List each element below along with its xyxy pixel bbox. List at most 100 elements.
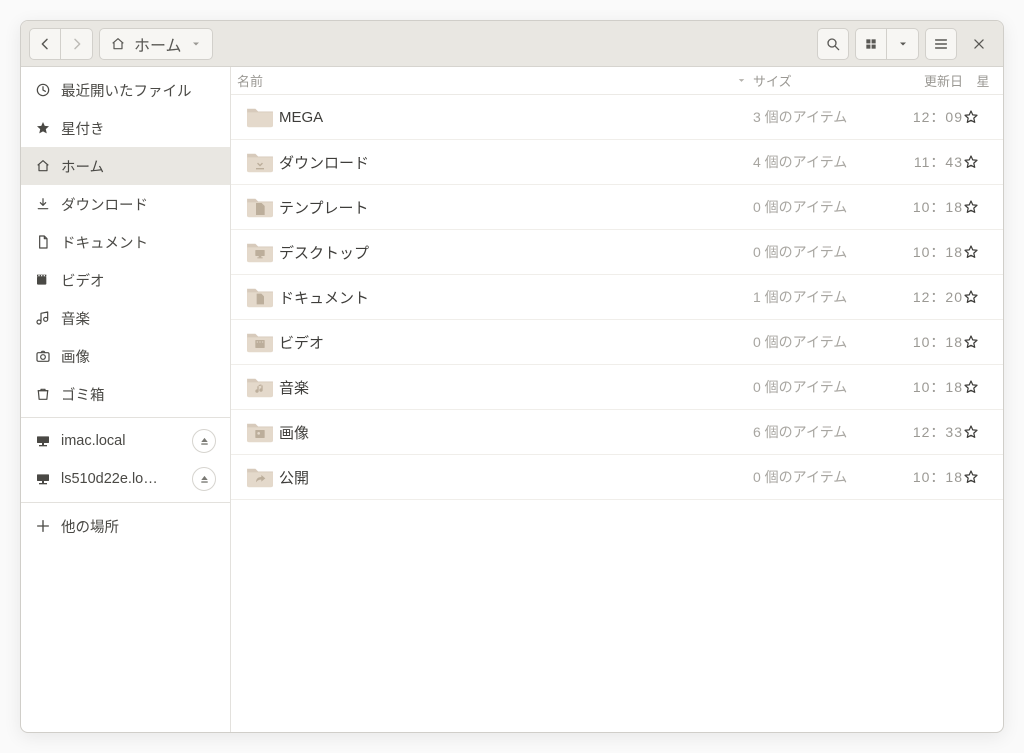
forward-button[interactable] bbox=[61, 28, 93, 60]
sort-indicator-icon bbox=[736, 75, 747, 86]
music-icon bbox=[35, 310, 51, 326]
star-toggle[interactable] bbox=[963, 424, 1003, 440]
sidebar-item-home[interactable]: ホーム bbox=[21, 147, 230, 185]
file-manager-window: ホーム 最近開いたファイル星付きホームダウンロードドキュメントビデオ音楽画像ゴミ… bbox=[20, 20, 1004, 733]
star-toggle[interactable] bbox=[963, 109, 1003, 125]
hamburger-menu-button[interactable] bbox=[925, 28, 957, 60]
file-row[interactable]: テンプレート0 個のアイテム10：18 bbox=[231, 185, 1003, 230]
folder-icon bbox=[241, 330, 279, 354]
sidebar-item-label: ゴミ箱 bbox=[61, 384, 216, 405]
file-name: ビデオ bbox=[279, 332, 753, 353]
column-header-label: 名前 bbox=[237, 71, 263, 90]
sidebar-item-document[interactable]: ドキュメント bbox=[21, 223, 230, 261]
star-toggle[interactable] bbox=[963, 199, 1003, 215]
sidebar-separator bbox=[21, 417, 230, 418]
video-icon bbox=[35, 272, 51, 288]
search-icon bbox=[825, 36, 841, 52]
column-header-label: サイズ bbox=[753, 74, 792, 89]
sidebar-item-other-locations[interactable]: 他の場所 bbox=[21, 507, 230, 545]
file-date: 10：18 bbox=[883, 467, 963, 487]
caret-down-icon bbox=[190, 38, 202, 50]
sidebar-item-download[interactable]: ダウンロード bbox=[21, 185, 230, 223]
file-size: 0 個のアイテム bbox=[753, 197, 883, 217]
star-toggle[interactable] bbox=[963, 244, 1003, 260]
sidebar-item-video[interactable]: ビデオ bbox=[21, 261, 230, 299]
star-toggle[interactable] bbox=[963, 289, 1003, 305]
caret-down-icon bbox=[897, 38, 909, 50]
file-size: 1 個のアイテム bbox=[753, 287, 883, 307]
file-size: 4 個のアイテム bbox=[753, 152, 883, 172]
folder-icon bbox=[241, 285, 279, 309]
sidebar-item-network[interactable]: imac.local bbox=[21, 422, 230, 460]
star-toggle[interactable] bbox=[963, 379, 1003, 395]
sidebar-item-clock[interactable]: 最近開いたファイル bbox=[21, 71, 230, 109]
file-size: 0 個のアイテム bbox=[753, 467, 883, 487]
file-row[interactable]: 画像6 個のアイテム12：33 bbox=[231, 410, 1003, 455]
file-name: 音楽 bbox=[279, 377, 753, 398]
view-mode-group bbox=[855, 28, 919, 60]
file-row[interactable]: MEGA3 個のアイテム12：09 bbox=[231, 95, 1003, 140]
sidebar-item-star[interactable]: 星付き bbox=[21, 109, 230, 147]
folder-icon bbox=[241, 150, 279, 174]
file-row[interactable]: デスクトップ0 個のアイテム10：18 bbox=[231, 230, 1003, 275]
sidebar-item-trash[interactable]: ゴミ箱 bbox=[21, 375, 230, 413]
star-toggle[interactable] bbox=[963, 469, 1003, 485]
home-icon bbox=[35, 158, 51, 174]
sidebar-item-label: ダウンロード bbox=[61, 194, 216, 215]
sidebar-item-label: 星付き bbox=[61, 118, 216, 139]
close-window-button[interactable] bbox=[963, 28, 995, 60]
view-grid-button[interactable] bbox=[855, 28, 887, 60]
download-icon bbox=[35, 196, 51, 212]
toolbar: ホーム bbox=[21, 21, 1003, 67]
column-header-date[interactable]: 更新日 bbox=[883, 71, 963, 90]
column-header-name[interactable]: 名前 bbox=[237, 71, 753, 90]
folder-icon bbox=[241, 465, 279, 489]
file-row[interactable]: ダウンロード4 個のアイテム11：43 bbox=[231, 140, 1003, 185]
chevron-right-icon bbox=[69, 36, 85, 52]
file-row[interactable]: ビデオ0 個のアイテム10：18 bbox=[231, 320, 1003, 365]
sidebar-item-network[interactable]: ls510d22e.lo… bbox=[21, 460, 230, 498]
file-row[interactable]: ドキュメント1 個のアイテム12：20 bbox=[231, 275, 1003, 320]
folder-icon bbox=[241, 195, 279, 219]
sidebar-item-label: ビデオ bbox=[61, 270, 216, 291]
sidebar-item-music[interactable]: 音楽 bbox=[21, 299, 230, 337]
eject-button[interactable] bbox=[192, 467, 216, 491]
file-date: 10：18 bbox=[883, 332, 963, 352]
picture-icon bbox=[35, 348, 51, 364]
trash-icon bbox=[35, 386, 51, 402]
document-icon bbox=[35, 234, 51, 250]
view-dropdown-button[interactable] bbox=[887, 28, 919, 60]
sidebar-item-label: ls510d22e.lo… bbox=[61, 471, 182, 487]
column-header-star[interactable]: 星 bbox=[963, 71, 1003, 90]
file-date: 10：18 bbox=[883, 197, 963, 217]
star-toggle[interactable] bbox=[963, 154, 1003, 170]
nav-buttons bbox=[29, 28, 93, 60]
file-date: 10：18 bbox=[883, 377, 963, 397]
clock-icon bbox=[35, 82, 51, 98]
sidebar-item-picture[interactable]: 画像 bbox=[21, 337, 230, 375]
file-row[interactable]: 音楽0 個のアイテム10：18 bbox=[231, 365, 1003, 410]
file-list-pane: 名前 サイズ 更新日 星 MEGA3 個のアイテム12：09ダウンロード4 個の… bbox=[231, 67, 1003, 732]
folder-icon bbox=[241, 375, 279, 399]
file-size: 0 個のアイテム bbox=[753, 242, 883, 262]
file-date: 12：09 bbox=[883, 107, 963, 127]
back-button[interactable] bbox=[29, 28, 61, 60]
file-name: 画像 bbox=[279, 422, 753, 443]
file-name: デスクトップ bbox=[279, 242, 753, 263]
sidebar-item-label: 画像 bbox=[61, 346, 216, 367]
location-bar[interactable]: ホーム bbox=[99, 28, 213, 60]
file-row[interactable]: 公開0 個のアイテム10：18 bbox=[231, 455, 1003, 500]
grid-icon bbox=[864, 37, 878, 51]
search-button[interactable] bbox=[817, 28, 849, 60]
file-name: MEGA bbox=[279, 109, 753, 126]
home-icon bbox=[110, 36, 126, 52]
star-toggle[interactable] bbox=[963, 334, 1003, 350]
sidebar-item-label: 音楽 bbox=[61, 308, 216, 329]
file-size: 0 個のアイテム bbox=[753, 332, 883, 352]
chevron-left-icon bbox=[37, 36, 53, 52]
sidebar-item-label: 最近開いたファイル bbox=[61, 80, 216, 101]
column-header-size[interactable]: サイズ bbox=[753, 71, 883, 90]
file-name: 公開 bbox=[279, 467, 753, 488]
sidebar-item-label: imac.local bbox=[61, 433, 182, 449]
eject-button[interactable] bbox=[192, 429, 216, 453]
